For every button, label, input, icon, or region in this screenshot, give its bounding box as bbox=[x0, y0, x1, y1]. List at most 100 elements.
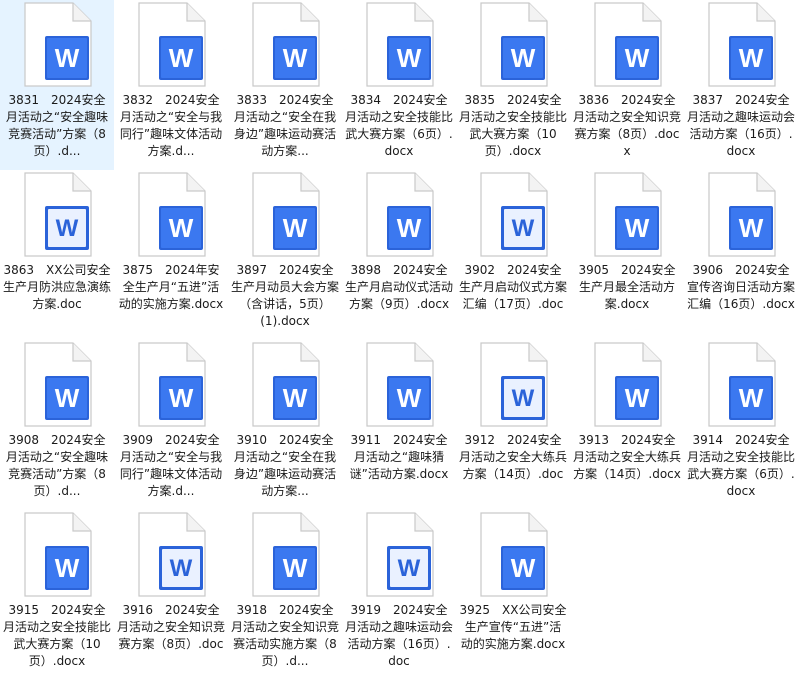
svg-text:W: W bbox=[512, 385, 535, 412]
svg-text:W: W bbox=[169, 383, 194, 413]
word-docx-file-icon: W bbox=[138, 342, 206, 427]
svg-text:W: W bbox=[283, 553, 308, 583]
svg-text:W: W bbox=[739, 383, 764, 413]
file-name: 3911 2024安全月活动之“趣味猜谜”活动方案.docx bbox=[349, 433, 449, 481]
file-name: 3909 2024安全月活动之“安全与我同行”趣味文体活动方案.d... bbox=[119, 433, 223, 498]
svg-text:W: W bbox=[55, 43, 80, 73]
svg-text:W: W bbox=[55, 383, 80, 413]
svg-text:W: W bbox=[511, 553, 536, 583]
file-item[interactable]: W 3911 2024安全月活动之“趣味猜谜”活动方案.docx bbox=[342, 340, 456, 510]
file-item[interactable]: W 3906 2024安全宣传咨询日活动方案汇编（16页）.docx bbox=[684, 170, 798, 340]
svg-text:W: W bbox=[397, 43, 422, 73]
file-item[interactable]: W 3925 XX公司安全生产宣传“五进”活动的实施方案.docx bbox=[456, 510, 570, 680]
svg-text:W: W bbox=[283, 383, 308, 413]
svg-text:W: W bbox=[398, 555, 421, 582]
file-item[interactable]: W 3875 2024年安全生产月“五进”活动的实施方案.docx bbox=[114, 170, 228, 340]
file-item[interactable]: W 3897 2024安全生产月动员大会方案（含讲话，5页）(1).docx bbox=[228, 170, 342, 340]
file-item[interactable]: W 3898 2024安全生产月启动仪式活动方案（9页）.docx bbox=[342, 170, 456, 340]
file-item[interactable]: W 3837 2024安全月活动之趣味运动会活动方案（16页）.docx bbox=[684, 0, 798, 170]
file-name: 3832 2024安全月活动之“安全与我同行”趣味文体活动方案.d... bbox=[119, 93, 223, 158]
word-docx-file-icon: W bbox=[366, 342, 434, 427]
file-name: 3912 2024安全月活动之安全大练兵方案（14页）.doc bbox=[459, 433, 567, 481]
file-item[interactable]: W 3836 2024安全月活动之安全知识竞赛方案（8页）.docx bbox=[570, 0, 684, 170]
file-name: 3898 2024安全生产月启动仪式活动方案（9页）.docx bbox=[345, 263, 453, 311]
word-docx-file-icon: W bbox=[252, 172, 320, 257]
svg-text:W: W bbox=[512, 215, 535, 242]
svg-text:W: W bbox=[397, 383, 422, 413]
svg-text:W: W bbox=[397, 213, 422, 243]
word-docx-file-icon: W bbox=[366, 2, 434, 87]
file-item[interactable]: W 3908 2024安全月活动之“安全趣味竞赛活动”方案（8页）.d... bbox=[0, 340, 114, 510]
word-docx-file-icon: W bbox=[708, 342, 776, 427]
file-item[interactable]: W 3919 2024安全月活动之趣味运动会活动方案（16页）.doc bbox=[342, 510, 456, 680]
svg-text:W: W bbox=[625, 383, 650, 413]
word-docx-file-icon: W bbox=[480, 2, 548, 87]
svg-text:W: W bbox=[283, 43, 308, 73]
word-docx-file-icon: W bbox=[594, 2, 662, 87]
file-item[interactable]: W 3905 2024安全生产月最全活动方案.docx bbox=[570, 170, 684, 340]
file-name: 3915 2024安全月活动之安全技能比武大赛方案（10页）.docx bbox=[3, 603, 111, 668]
file-name: 3910 2024安全月活动之“安全在我身边”趣味运动赛活动方案... bbox=[233, 433, 337, 498]
file-item[interactable]: W 3832 2024安全月活动之“安全与我同行”趣味文体活动方案.d... bbox=[114, 0, 228, 170]
file-item[interactable]: W 3912 2024安全月活动之安全大练兵方案（14页）.doc bbox=[456, 340, 570, 510]
file-item[interactable]: W 3913 2024安全月活动之安全大练兵方案（14页）.docx bbox=[570, 340, 684, 510]
file-name: 3902 2024安全生产月启动仪式方案汇编（17页）.doc bbox=[459, 263, 567, 311]
file-item[interactable]: W 3914 2024安全月活动之安全技能比武大赛方案（6页）.docx bbox=[684, 340, 798, 510]
file-name: 3905 2024安全生产月最全活动方案.docx bbox=[578, 263, 676, 311]
file-item[interactable]: W 3909 2024安全月活动之“安全与我同行”趣味文体活动方案.d... bbox=[114, 340, 228, 510]
word-docx-file-icon: W bbox=[594, 342, 662, 427]
word-doc-file-icon: W bbox=[480, 342, 548, 427]
file-name: 3835 2024安全月活动之安全技能比武大赛方案（10页）.docx bbox=[459, 93, 567, 158]
file-item[interactable]: W 3915 2024安全月活动之安全技能比武大赛方案（10页）.docx bbox=[0, 510, 114, 680]
file-item[interactable]: W 3902 2024安全生产月启动仪式方案汇编（17页）.doc bbox=[456, 170, 570, 340]
svg-text:W: W bbox=[625, 43, 650, 73]
file-name: 3918 2024安全月活动之安全知识竞赛活动实施方案（8页）.d... bbox=[231, 603, 339, 668]
word-docx-file-icon: W bbox=[252, 342, 320, 427]
file-item[interactable]: W 3863 XX公司安全生产月防洪应急演练方案.doc bbox=[0, 170, 114, 340]
file-name: 3914 2024安全月活动之安全技能比武大赛方案（6页）.docx bbox=[687, 433, 795, 498]
svg-text:W: W bbox=[739, 213, 764, 243]
word-docx-file-icon: W bbox=[252, 2, 320, 87]
svg-text:W: W bbox=[511, 43, 536, 73]
file-grid: W 3831 2024安全月活动之“安全趣味竞赛活动”方案（8页）.d... W 38… bbox=[0, 0, 811, 673]
svg-text:W: W bbox=[169, 213, 194, 243]
word-docx-file-icon: W bbox=[252, 512, 320, 597]
file-name: 3913 2024安全月活动之安全大练兵方案（14页）.docx bbox=[573, 433, 681, 481]
word-doc-file-icon: W bbox=[138, 512, 206, 597]
svg-text:W: W bbox=[170, 555, 193, 582]
file-item[interactable]: W 3835 2024安全月活动之安全技能比武大赛方案（10页）.docx bbox=[456, 0, 570, 170]
svg-text:W: W bbox=[739, 43, 764, 73]
svg-text:W: W bbox=[55, 553, 80, 583]
file-item[interactable]: W 3910 2024安全月活动之“安全在我身边”趣味运动赛活动方案... bbox=[228, 340, 342, 510]
file-name: 3833 2024安全月活动之“安全在我身边”趣味运动赛活动方案... bbox=[233, 93, 337, 158]
word-docx-file-icon: W bbox=[366, 172, 434, 257]
file-name: 3831 2024安全月活动之“安全趣味竞赛活动”方案（8页）.d... bbox=[5, 93, 109, 158]
word-doc-file-icon: W bbox=[366, 512, 434, 597]
word-docx-file-icon: W bbox=[708, 172, 776, 257]
word-docx-file-icon: W bbox=[594, 172, 662, 257]
word-docx-file-icon: W bbox=[24, 512, 92, 597]
file-item[interactable]: W 3831 2024安全月活动之“安全趣味竞赛活动”方案（8页）.d... bbox=[0, 0, 114, 170]
file-name: 3834 2024安全月活动之安全技能比武大赛方案（6页）.docx bbox=[345, 93, 453, 158]
word-doc-file-icon: W bbox=[24, 172, 92, 257]
svg-text:W: W bbox=[625, 213, 650, 243]
svg-text:W: W bbox=[169, 43, 194, 73]
file-item[interactable]: W 3834 2024安全月活动之安全技能比武大赛方案（6页）.docx bbox=[342, 0, 456, 170]
file-item[interactable]: W 3918 2024安全月活动之安全知识竞赛活动实施方案（8页）.d... bbox=[228, 510, 342, 680]
file-item[interactable]: W 3916 2024安全月活动之安全知识竞赛方案（8页）.doc bbox=[114, 510, 228, 680]
word-docx-file-icon: W bbox=[480, 512, 548, 597]
file-name: 3906 2024安全宣传咨询日活动方案汇编（16页）.docx bbox=[687, 263, 795, 311]
word-docx-file-icon: W bbox=[138, 2, 206, 87]
word-docx-file-icon: W bbox=[708, 2, 776, 87]
word-docx-file-icon: W bbox=[24, 2, 92, 87]
file-item[interactable]: W 3833 2024安全月活动之“安全在我身边”趣味运动赛活动方案... bbox=[228, 0, 342, 170]
file-name: 3836 2024安全月活动之安全知识竞赛方案（8页）.docx bbox=[573, 93, 681, 158]
file-name: 3837 2024安全月活动之趣味运动会活动方案（16页）.docx bbox=[687, 93, 795, 158]
svg-text:W: W bbox=[283, 213, 308, 243]
file-name: 3875 2024年安全生产月“五进”活动的实施方案.docx bbox=[118, 263, 224, 311]
word-docx-file-icon: W bbox=[24, 342, 92, 427]
file-name: 3908 2024安全月活动之“安全趣味竞赛活动”方案（8页）.d... bbox=[5, 433, 109, 498]
file-name: 3897 2024安全生产月动员大会方案（含讲话，5页）(1).docx bbox=[231, 263, 339, 328]
word-doc-file-icon: W bbox=[480, 172, 548, 257]
svg-text:W: W bbox=[56, 215, 79, 242]
